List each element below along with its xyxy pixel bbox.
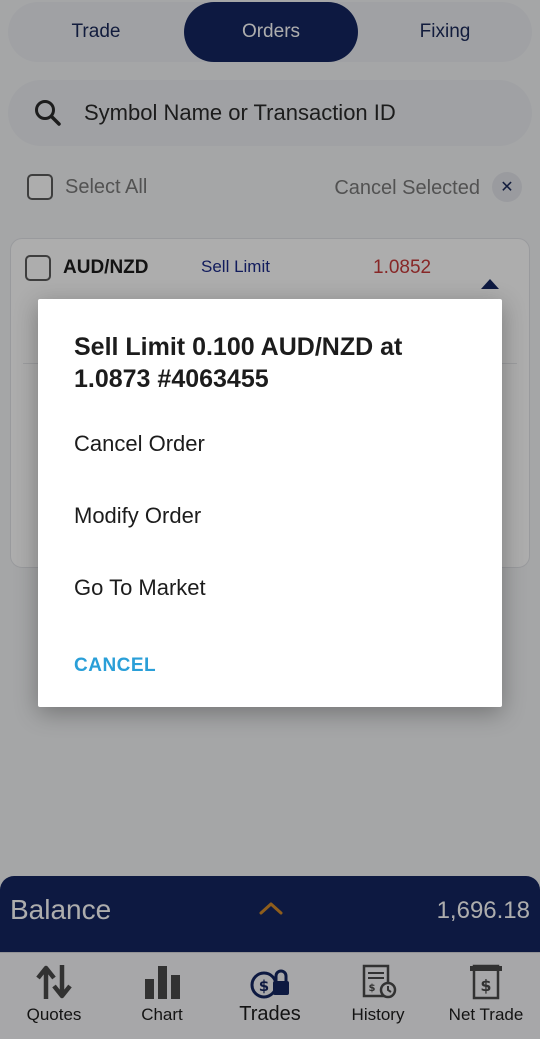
order-action-dialog: Sell Limit 0.100 AUD/NZD at 1.0873 #4063…: [38, 299, 502, 707]
dialog-title: Sell Limit 0.100 AUD/NZD at 1.0873 #4063…: [74, 333, 403, 393]
go-to-market-option[interactable]: Go To Market: [74, 575, 206, 601]
dialog-cancel-button[interactable]: CANCEL: [74, 655, 156, 677]
cancel-order-option[interactable]: Cancel Order: [74, 431, 205, 457]
modify-order-option[interactable]: Modify Order: [74, 503, 201, 529]
